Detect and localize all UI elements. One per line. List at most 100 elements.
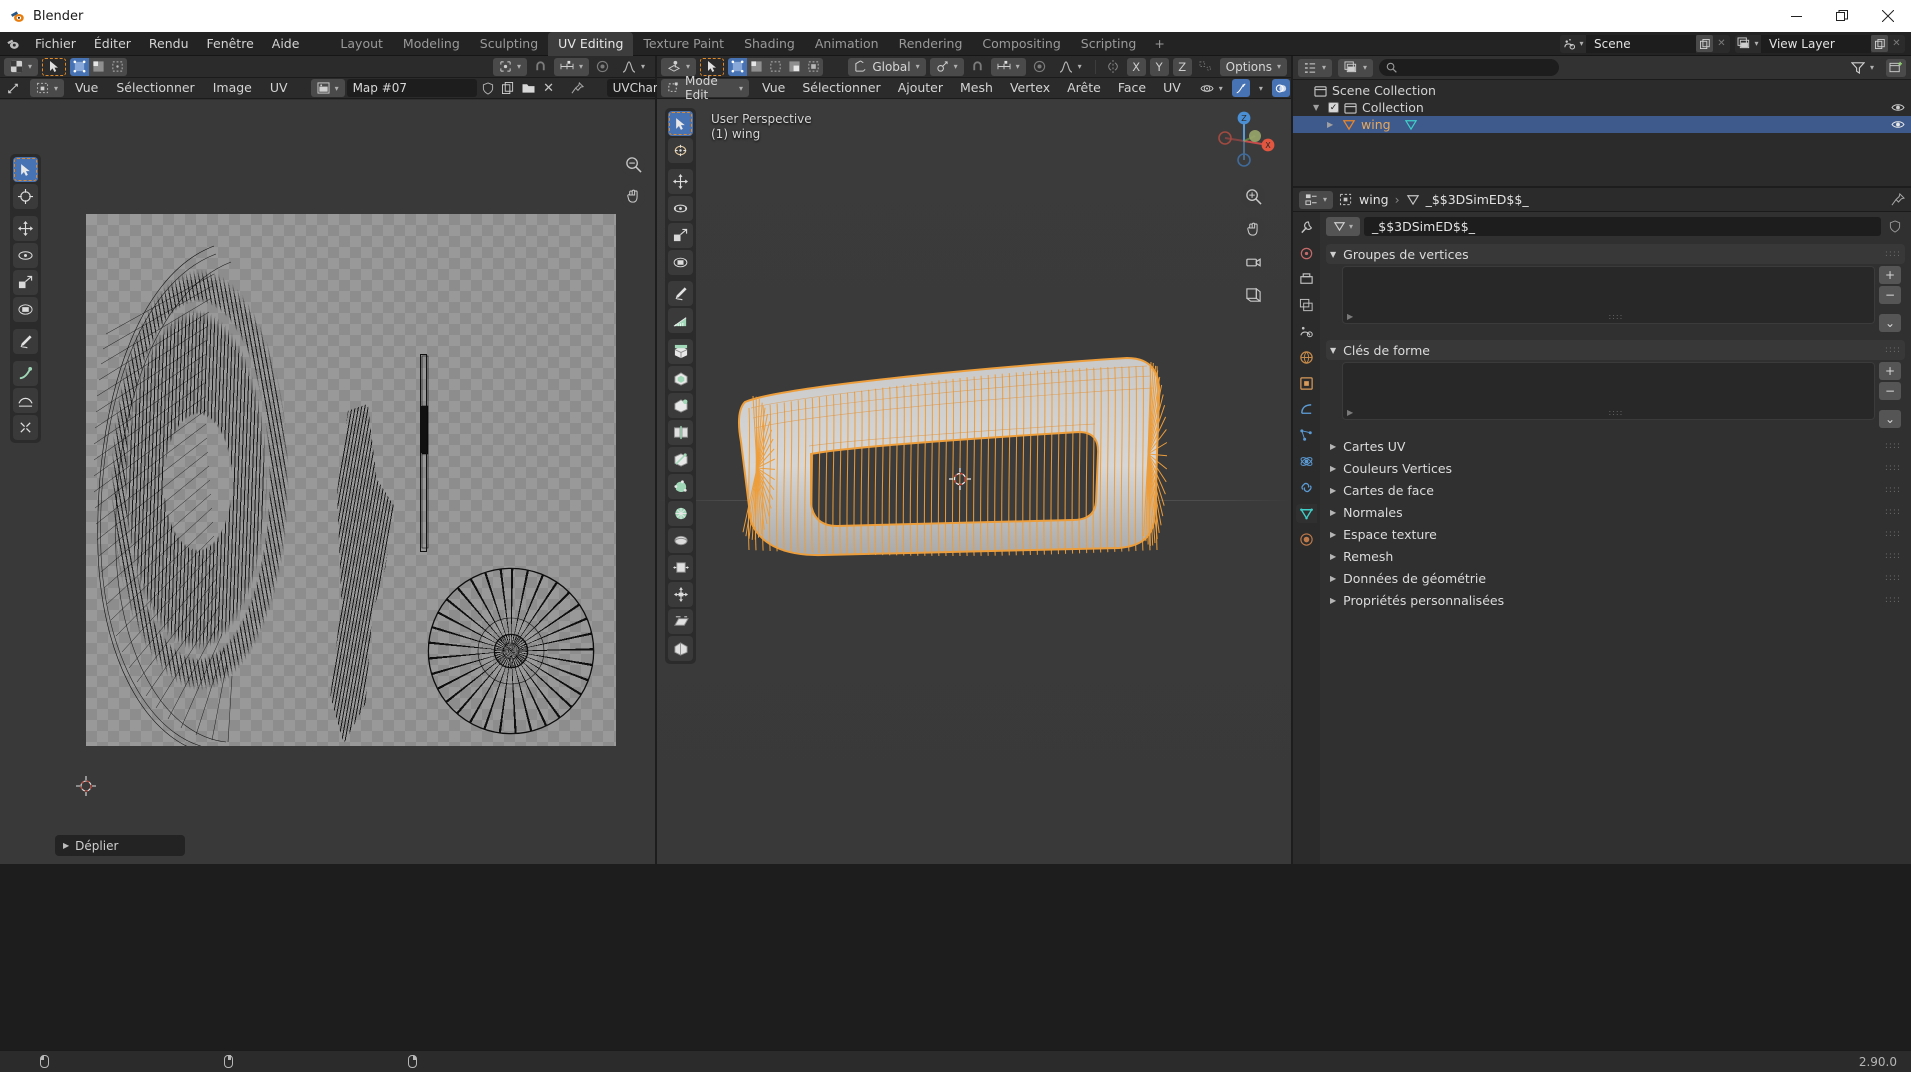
view3d-options-button[interactable]: Options ▾	[1219, 57, 1287, 76]
select-subtract-button[interactable]	[766, 57, 786, 76]
workspace-tab-modeling[interactable]: Modeling	[393, 32, 470, 56]
tool-measure[interactable]	[668, 308, 693, 333]
select-box-button[interactable]	[728, 57, 748, 76]
workspace-tab-sculpting[interactable]: Sculpting	[470, 32, 548, 56]
tool-transform[interactable]	[668, 250, 693, 275]
properties-tab-render[interactable]	[1296, 244, 1317, 263]
uv-operator-panel[interactable]: ▶ Déplier	[55, 835, 185, 856]
scene-name[interactable]: Scene	[1586, 34, 1696, 53]
tool-smooth[interactable]	[668, 528, 693, 553]
outliner-row-collection[interactable]: ▼ ✓ Collection	[1293, 99, 1911, 116]
select-intersect-button[interactable]	[785, 57, 805, 76]
vertex-group-remove-button[interactable]: −	[1879, 286, 1901, 304]
snap-magnet-toggle[interactable]	[967, 57, 987, 76]
topology-mirror-icon[interactable]	[1195, 57, 1216, 76]
mesh-fake-user-button[interactable]	[1885, 217, 1905, 236]
shape-key-specials-menu[interactable]: ⌄	[1879, 410, 1901, 428]
uv-tool-cursor[interactable]	[13, 184, 38, 209]
uv-tool-scale[interactable]	[13, 270, 38, 295]
properties-tab-output[interactable]	[1296, 270, 1317, 289]
properties-tab-tool[interactable]	[1296, 218, 1317, 237]
uv-proportional-editing-toggle[interactable]	[592, 57, 612, 76]
shape-keys-listbox[interactable]: ▶ ::::	[1342, 362, 1875, 420]
view3d-editor-type-selector[interactable]: ▾	[661, 57, 697, 76]
breadcrumb-data-label[interactable]: _$$3DSimED$$_	[1426, 192, 1529, 207]
uv-image-pin-button[interactable]	[567, 79, 587, 97]
uv-image-browse-button[interactable]: ▾	[310, 79, 345, 97]
view-object-types-selector[interactable]: ▾	[1194, 79, 1229, 97]
shape-keys-list[interactable]: ▶ :::: + − ⌄	[1342, 362, 1901, 428]
uv-menu-vue[interactable]: Vue	[68, 79, 105, 97]
view-layer-new-button[interactable]	[1871, 35, 1888, 52]
uv-sticky-selection-selector[interactable]: ▾	[30, 79, 65, 97]
uv-tool-grab[interactable]	[13, 361, 38, 386]
uv-image-unlink-button[interactable]: ✕	[539, 79, 558, 97]
uv-menu-image[interactable]: Image	[206, 79, 259, 97]
tool-annotate[interactable]	[668, 281, 693, 306]
uv-tool-transform[interactable]	[13, 297, 38, 322]
uv-tool-annotate[interactable]	[13, 329, 38, 354]
view3d-canvas[interactable]: User Perspective (1) wing X Z	[657, 100, 1291, 864]
select-extend-button[interactable]	[747, 57, 767, 76]
uv-tool-rotate[interactable]	[13, 243, 38, 268]
view3d-menu-selectionner[interactable]: Sélectionner	[795, 79, 887, 97]
blender-menu-icon[interactable]	[0, 37, 26, 51]
mesh-datablock-name-field[interactable]: _$$3DSimED$$_	[1364, 216, 1881, 236]
snap-target-selector[interactable]: ▾	[929, 57, 964, 76]
properties-tab-constraints[interactable]	[1296, 478, 1317, 497]
view3d-menu-ajouter[interactable]: Ajouter	[891, 79, 950, 97]
shape-key-add-button[interactable]: +	[1879, 362, 1901, 380]
snap-increment-selector[interactable]: ▾	[990, 57, 1026, 76]
uv-tool-move[interactable]	[13, 216, 38, 241]
shape-key-remove-button[interactable]: −	[1879, 382, 1901, 400]
uv-tool-relax[interactable]	[13, 388, 38, 413]
minimize-button[interactable]	[1773, 0, 1819, 32]
properties-tab-modifiers[interactable]	[1296, 400, 1317, 419]
vertex-groups-listbox[interactable]: ▶ ::::	[1342, 266, 1875, 324]
outliner-row-scene-collection[interactable]: Scene Collection	[1293, 82, 1911, 99]
workspace-tab-compositing[interactable]: Compositing	[972, 32, 1070, 56]
view3d-menu-face[interactable]: Face	[1111, 79, 1153, 97]
view3d-menu-mesh[interactable]: Mesh	[953, 79, 1000, 97]
properties-tab-data[interactable]	[1296, 504, 1317, 523]
panel-header-uv-maps[interactable]: ▶ Cartes UV ::::	[1326, 436, 1905, 456]
interaction-mode-selector[interactable]: Mode Edit ▾	[661, 74, 749, 102]
ortho-persp-icon[interactable]	[1241, 283, 1265, 307]
tool-shear[interactable]	[668, 609, 693, 634]
uv-image-fake-user-button[interactable]	[478, 79, 497, 97]
mesh-data-icon[interactable]	[1404, 118, 1418, 131]
view3d-menu-uv[interactable]: UV	[1156, 79, 1188, 97]
vertex-group-add-button[interactable]: +	[1879, 266, 1901, 284]
view3d-menu-vertex[interactable]: Vertex	[1003, 79, 1057, 97]
expand-arrow[interactable]: ▶	[1347, 312, 1353, 321]
new-collection-button[interactable]	[1886, 58, 1906, 77]
tool-bevel[interactable]	[668, 393, 693, 418]
properties-tab-particles[interactable]	[1296, 426, 1317, 445]
mirror-y-button[interactable]: Y	[1149, 57, 1169, 76]
expand-arrow[interactable]: ▶	[1347, 408, 1353, 417]
camera-icon[interactable]	[1241, 250, 1265, 274]
menu-editer[interactable]: Éditer	[85, 34, 140, 54]
properties-editor-type-selector[interactable]: ▾	[1299, 190, 1334, 209]
menu-rendu[interactable]: Rendu	[140, 34, 198, 54]
vertex-groups-list[interactable]: ▶ :::: + − ⌄	[1342, 266, 1901, 332]
uv-sync-selection-toggle[interactable]	[4, 79, 22, 97]
show-gizmo-toggle[interactable]	[1231, 79, 1250, 97]
tool-loop-cut[interactable]	[668, 420, 693, 445]
gizmo-options-selector[interactable]: ▾	[1253, 79, 1269, 97]
tool-spin[interactable]	[668, 501, 693, 526]
uv-pivot-point-selector[interactable]: ▾	[492, 57, 527, 76]
panel-header-vertex-colors[interactable]: ▶ Couleurs Vertices ::::	[1326, 458, 1905, 478]
workspace-tab-shading[interactable]: Shading	[734, 32, 805, 56]
panel-header-normals[interactable]: ▶ Normales ::::	[1326, 502, 1905, 522]
vertex-group-specials-menu[interactable]: ⌄	[1879, 314, 1901, 332]
workspace-tab-rendering[interactable]: Rendering	[889, 32, 973, 56]
uv-select-face-button[interactable]	[108, 57, 128, 76]
tool-move[interactable]	[668, 169, 693, 194]
tool-tweak-select[interactable]	[668, 111, 693, 136]
tool-rip-region[interactable]	[668, 636, 693, 661]
panel-header-vertex-groups[interactable]: ▼ Groupes de vertices ::::	[1326, 244, 1905, 264]
uv-snap-target-selector[interactable]: ▾	[553, 57, 589, 76]
properties-tab-world[interactable]	[1296, 348, 1317, 367]
breadcrumb-object-label[interactable]: wing	[1359, 192, 1389, 207]
